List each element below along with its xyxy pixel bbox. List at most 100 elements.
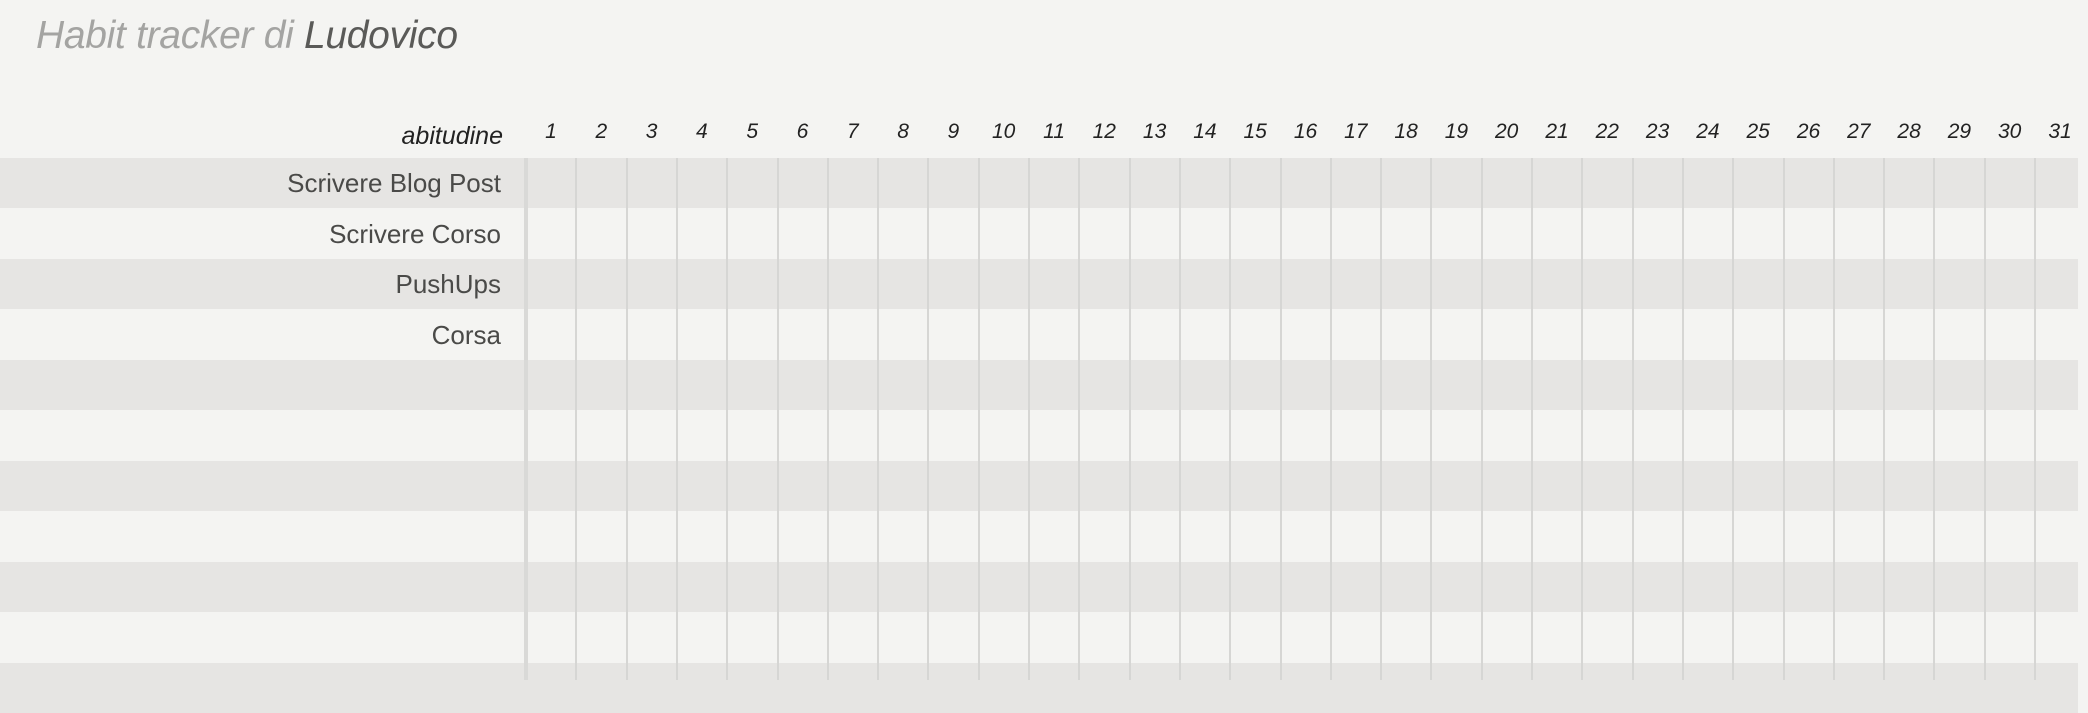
day-checkbox-cell[interactable]: [1733, 562, 1783, 612]
day-checkbox-cell[interactable]: [1985, 512, 2035, 562]
day-checkbox-cell[interactable]: [576, 259, 626, 309]
day-checkbox-cell[interactable]: [1431, 411, 1481, 461]
day-checkbox-cell[interactable]: [1683, 461, 1733, 511]
day-checkbox-cell[interactable]: [1733, 360, 1783, 410]
day-checkbox-cell[interactable]: [1281, 562, 1331, 612]
day-checkbox-cell[interactable]: [2035, 663, 2085, 713]
day-checkbox-cell[interactable]: [1230, 310, 1280, 360]
day-checkbox-cell[interactable]: [727, 310, 777, 360]
day-checkbox-cell[interactable]: [979, 259, 1029, 309]
day-checkbox-cell[interactable]: [1582, 512, 1632, 562]
day-checkbox-cell[interactable]: [627, 613, 677, 663]
day-checkbox-cell[interactable]: [1532, 562, 1582, 612]
day-checkbox-cell[interactable]: [627, 411, 677, 461]
day-checkbox-cell[interactable]: [1934, 158, 1984, 208]
day-checkbox-cell[interactable]: [1431, 663, 1481, 713]
day-checkbox-cell[interactable]: [727, 209, 777, 259]
day-checkbox-cell[interactable]: [526, 360, 576, 410]
day-checkbox-cell[interactable]: [1029, 209, 1079, 259]
day-checkbox-cell[interactable]: [576, 310, 626, 360]
day-checkbox-cell[interactable]: [1230, 411, 1280, 461]
day-checkbox-cell[interactable]: [1180, 411, 1230, 461]
day-checkbox-cell[interactable]: [727, 158, 777, 208]
day-checkbox-cell[interactable]: [1281, 310, 1331, 360]
day-checkbox-cell[interactable]: [1683, 562, 1733, 612]
day-checkbox-cell[interactable]: [1582, 360, 1632, 410]
day-checkbox-cell[interactable]: [1834, 663, 1884, 713]
day-checkbox-cell[interactable]: [2035, 562, 2085, 612]
day-checkbox-cell[interactable]: [1079, 158, 1129, 208]
day-checkbox-cell[interactable]: [1130, 512, 1180, 562]
day-checkbox-cell[interactable]: [1784, 310, 1834, 360]
day-checkbox-cell[interactable]: [979, 209, 1029, 259]
day-checkbox-cell[interactable]: [1733, 158, 1783, 208]
day-checkbox-cell[interactable]: [1230, 360, 1280, 410]
day-checkbox-cell[interactable]: [1884, 310, 1934, 360]
day-checkbox-cell[interactable]: [1079, 562, 1129, 612]
day-checkbox-cell[interactable]: [576, 512, 626, 562]
day-checkbox-cell[interactable]: [1884, 158, 1934, 208]
day-checkbox-cell[interactable]: [1985, 613, 2035, 663]
day-checkbox-cell[interactable]: [2035, 259, 2085, 309]
day-checkbox-cell[interactable]: [576, 461, 626, 511]
day-checkbox-cell[interactable]: [677, 158, 727, 208]
day-checkbox-cell[interactable]: [1230, 158, 1280, 208]
day-checkbox-cell[interactable]: [878, 158, 928, 208]
day-checkbox-cell[interactable]: [1230, 512, 1280, 562]
day-checkbox-cell[interactable]: [1582, 209, 1632, 259]
day-checkbox-cell[interactable]: [828, 461, 878, 511]
day-checkbox-cell[interactable]: [979, 613, 1029, 663]
day-checkbox-cell[interactable]: [928, 512, 978, 562]
day-checkbox-cell[interactable]: [828, 562, 878, 612]
day-checkbox-cell[interactable]: [878, 461, 928, 511]
day-checkbox-cell[interactable]: [1079, 512, 1129, 562]
day-checkbox-cell[interactable]: [576, 663, 626, 713]
day-checkbox-cell[interactable]: [1934, 259, 1984, 309]
day-checkbox-cell[interactable]: [979, 360, 1029, 410]
day-checkbox-cell[interactable]: [778, 310, 828, 360]
day-checkbox-cell[interactable]: [627, 512, 677, 562]
day-checkbox-cell[interactable]: [1431, 512, 1481, 562]
day-checkbox-cell[interactable]: [1482, 663, 1532, 713]
day-checkbox-cell[interactable]: [1683, 411, 1733, 461]
day-checkbox-cell[interactable]: [2035, 461, 2085, 511]
day-checkbox-cell[interactable]: [1180, 461, 1230, 511]
day-checkbox-cell[interactable]: [1733, 461, 1783, 511]
day-checkbox-cell[interactable]: [627, 158, 677, 208]
day-checkbox-cell[interactable]: [677, 411, 727, 461]
day-checkbox-cell[interactable]: [1331, 158, 1381, 208]
day-checkbox-cell[interactable]: [1834, 158, 1884, 208]
day-checkbox-cell[interactable]: [1180, 158, 1230, 208]
day-checkbox-cell[interactable]: [2035, 360, 2085, 410]
day-checkbox-cell[interactable]: [727, 512, 777, 562]
day-checkbox-cell[interactable]: [2035, 512, 2085, 562]
day-checkbox-cell[interactable]: [928, 259, 978, 309]
day-checkbox-cell[interactable]: [878, 663, 928, 713]
day-checkbox-cell[interactable]: [928, 360, 978, 410]
day-checkbox-cell[interactable]: [627, 562, 677, 612]
day-checkbox-cell[interactable]: [828, 310, 878, 360]
day-checkbox-cell[interactable]: [1784, 259, 1834, 309]
day-checkbox-cell[interactable]: [1281, 209, 1331, 259]
day-checkbox-cell[interactable]: [1985, 461, 2035, 511]
day-checkbox-cell[interactable]: [1934, 360, 1984, 410]
day-checkbox-cell[interactable]: [677, 310, 727, 360]
day-checkbox-cell[interactable]: [1884, 512, 1934, 562]
day-checkbox-cell[interactable]: [1079, 411, 1129, 461]
day-checkbox-cell[interactable]: [1180, 562, 1230, 612]
day-checkbox-cell[interactable]: [1230, 209, 1280, 259]
day-checkbox-cell[interactable]: [1633, 411, 1683, 461]
day-checkbox-cell[interactable]: [1582, 562, 1632, 612]
day-checkbox-cell[interactable]: [1130, 411, 1180, 461]
day-checkbox-cell[interactable]: [1431, 209, 1481, 259]
day-checkbox-cell[interactable]: [1934, 512, 1984, 562]
day-checkbox-cell[interactable]: [1582, 158, 1632, 208]
day-checkbox-cell[interactable]: [1582, 663, 1632, 713]
day-checkbox-cell[interactable]: [1281, 158, 1331, 208]
day-checkbox-cell[interactable]: [1281, 360, 1331, 410]
day-checkbox-cell[interactable]: [1130, 158, 1180, 208]
day-checkbox-cell[interactable]: [1281, 411, 1331, 461]
day-checkbox-cell[interactable]: [677, 562, 727, 612]
day-checkbox-cell[interactable]: [1482, 259, 1532, 309]
day-checkbox-cell[interactable]: [1834, 310, 1884, 360]
